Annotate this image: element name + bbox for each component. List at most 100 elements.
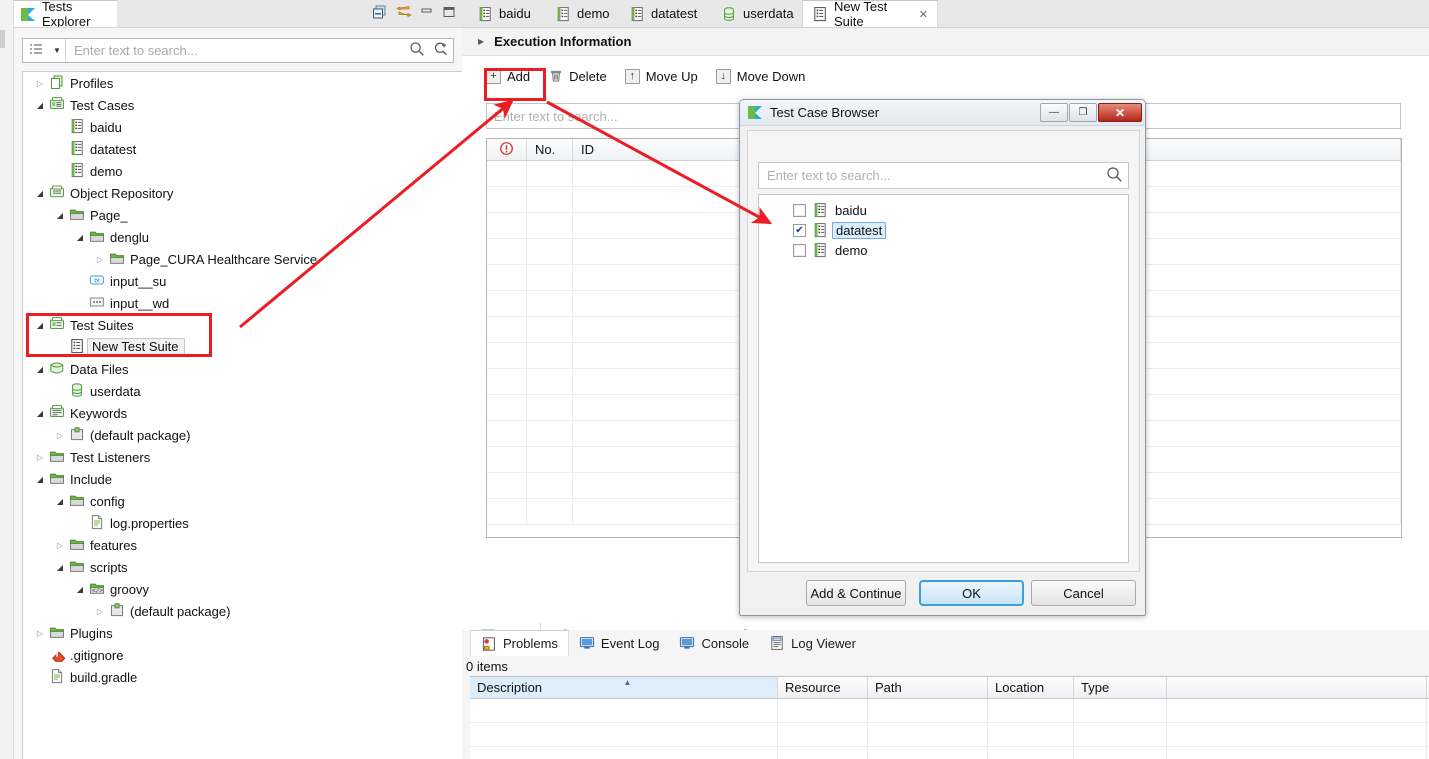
problems-row[interactable]: [470, 699, 1429, 723]
problems-tab-problems[interactable]: Problems: [470, 630, 569, 656]
tree-item-input-su[interactable]: bt input__su: [23, 270, 467, 292]
chevron-down-icon[interactable]: ◢: [33, 189, 47, 198]
dialog-search-bar[interactable]: Enter text to search...: [758, 162, 1129, 189]
tree-item-gitignore[interactable]: .gitignore: [23, 644, 467, 666]
editor-tab-new-test-suite[interactable]: New Test Suite ✕: [802, 0, 938, 29]
tree-item-include[interactable]: ◢ Include: [23, 468, 467, 490]
chevron-right-icon[interactable]: ▷: [33, 453, 47, 462]
minimize-icon[interactable]: —: [1040, 103, 1068, 122]
problems-column-description[interactable]: Description ▲: [470, 677, 778, 698]
search-icon[interactable]: [1100, 166, 1128, 186]
move-down-button[interactable]: ↓ Move Down: [715, 68, 805, 84]
tree-item-denglu[interactable]: ◢ denglu: [23, 226, 467, 248]
problems-column-path[interactable]: Path: [868, 677, 988, 698]
collapse-all-icon[interactable]: [372, 4, 388, 23]
left-edge-fast-view-tab[interactable]: [0, 30, 5, 48]
tree-item-page[interactable]: ◢ Page_: [23, 204, 467, 226]
chevron-right-icon[interactable]: ▷: [53, 541, 67, 550]
chevron-down-icon[interactable]: ◢: [73, 233, 87, 242]
close-icon[interactable]: ✕: [919, 8, 928, 21]
add-continue-button[interactable]: Add & Continue: [806, 580, 906, 606]
link-with-editor-icon[interactable]: [396, 4, 412, 23]
tree-item-baidu[interactable]: baidu: [23, 116, 467, 138]
maximize-icon[interactable]: [442, 5, 456, 22]
column-header-status[interactable]: [487, 139, 527, 160]
editor-tab-demo[interactable]: demo: [546, 0, 620, 27]
close-icon[interactable]: ✕: [1098, 103, 1142, 122]
editor-tab-baidu[interactable]: baidu: [468, 0, 546, 27]
ok-button[interactable]: OK: [919, 580, 1024, 606]
tree-item-log-properties[interactable]: log.properties: [23, 512, 467, 534]
chevron-down-icon[interactable]: ◢: [53, 211, 67, 220]
editor-tab-datatest[interactable]: datatest: [620, 0, 712, 27]
tree-item-features[interactable]: ▷ features: [23, 534, 467, 556]
problems-table[interactable]: Description ▲ Resource Path Location Type: [470, 676, 1429, 759]
tree-item-test-listeners[interactable]: ▷ Test Listeners: [23, 446, 467, 468]
minimize-icon[interactable]: [420, 5, 434, 22]
chevron-right-icon[interactable]: ▷: [33, 629, 47, 638]
chevron-down-icon[interactable]: ◢: [33, 409, 47, 418]
problems-column-blank[interactable]: [1167, 677, 1427, 698]
problems-column-resource[interactable]: Resource: [778, 677, 868, 698]
problems-tab-event-log[interactable]: Event Log: [569, 630, 670, 656]
explorer-search-bar[interactable]: ▼ Enter text to search...: [22, 38, 454, 63]
chevron-right-icon[interactable]: ▷: [93, 255, 107, 264]
column-header-no[interactable]: No.: [527, 139, 573, 160]
execution-information-section[interactable]: ▶ Execution Information: [462, 28, 1429, 56]
problems-column-type[interactable]: Type: [1074, 677, 1167, 698]
checkbox-datatest[interactable]: ✔: [793, 223, 806, 237]
tree-item-profiles[interactable]: ▷ Profiles: [23, 72, 467, 94]
tree-item-datatest[interactable]: datatest: [23, 138, 467, 160]
explorer-tab[interactable]: Tests Explorer: [14, 0, 117, 29]
tree-item-default-package[interactable]: ▷ (default package): [23, 424, 467, 446]
tree-item-data-files[interactable]: ◢ Data Files: [23, 358, 467, 380]
tree-item-config[interactable]: ◢ config: [23, 490, 467, 512]
chevron-down-icon[interactable]: ◢: [73, 585, 87, 594]
chevron-down-icon[interactable]: ◢: [33, 101, 47, 110]
dialog-tree-item-datatest[interactable]: ✔ datatest: [759, 220, 1128, 240]
checkbox-demo[interactable]: [793, 243, 806, 257]
tree-item-groovy[interactable]: ◢ </> groovy: [23, 578, 467, 600]
tree-item-test-cases[interactable]: ◢ Test Cases: [23, 94, 467, 116]
tree-item-object-repository[interactable]: ◢ Object Repository: [23, 182, 467, 204]
problems-tab-console[interactable]: Console: [669, 630, 759, 656]
checkbox-baidu[interactable]: [793, 203, 806, 217]
problems-column-location[interactable]: Location: [988, 677, 1074, 698]
dialog-tree-item-baidu[interactable]: baidu: [759, 200, 1128, 220]
problems-row[interactable]: [470, 723, 1429, 747]
chevron-right-icon[interactable]: ▷: [93, 607, 107, 616]
new-search-icon[interactable]: [429, 41, 453, 60]
tree-item-plugins[interactable]: ▷ Plugins: [23, 622, 467, 644]
tree-item-build-gradle[interactable]: build.gradle: [23, 666, 467, 688]
chevron-right-icon[interactable]: ▶: [478, 37, 484, 46]
search-icon[interactable]: [405, 41, 429, 60]
filter-icon[interactable]: [23, 42, 49, 59]
tree-item-keywords[interactable]: ◢ Keywords: [23, 402, 467, 424]
tree-item-new-test-suite[interactable]: New Test Suite: [23, 336, 467, 358]
tree-item-test-suites[interactable]: ◢ Test Suites: [23, 314, 467, 336]
project-tree[interactable]: ▷ Profiles ◢ Test Cases baidu datatest demo ◢ Ob…: [22, 71, 467, 759]
chevron-down-icon[interactable]: ◢: [53, 497, 67, 506]
problems-table-body[interactable]: [470, 699, 1429, 759]
chevron-down-icon[interactable]: ◢: [33, 475, 47, 484]
tree-item-userdata[interactable]: userdata: [23, 380, 467, 402]
editor-tab-userdata[interactable]: userdata: [712, 0, 802, 27]
chevron-down-icon[interactable]: ◢: [33, 365, 47, 374]
problems-tab-log-viewer[interactable]: Log Viewer: [759, 630, 866, 656]
chevron-down-icon[interactable]: ▼: [49, 46, 65, 55]
restore-icon[interactable]: ❐: [1069, 103, 1097, 122]
chevron-right-icon[interactable]: ▷: [53, 431, 67, 440]
add-button[interactable]: + Add: [486, 68, 530, 84]
dialog-test-case-tree[interactable]: baidu ✔ datatest demo: [758, 194, 1129, 563]
chevron-down-icon[interactable]: ◢: [53, 563, 67, 572]
tree-item-page-cura-healthcare-service[interactable]: ▷ Page_CURA Healthcare Service: [23, 248, 467, 270]
test-case-search-input[interactable]: Enter text to search...: [487, 109, 618, 124]
tree-item-input-wd[interactable]: input__wd: [23, 292, 467, 314]
tree-item-demo[interactable]: demo: [23, 160, 467, 182]
explorer-search-input[interactable]: Enter text to search...: [66, 43, 405, 58]
tree-item-scripts[interactable]: ◢ scripts: [23, 556, 467, 578]
problems-row[interactable]: [470, 747, 1429, 759]
delete-button[interactable]: Delete: [548, 69, 607, 84]
dialog-titlebar[interactable]: Test Case Browser — ❐ ✕: [740, 100, 1145, 126]
move-up-button[interactable]: ↑ Move Up: [624, 68, 698, 84]
